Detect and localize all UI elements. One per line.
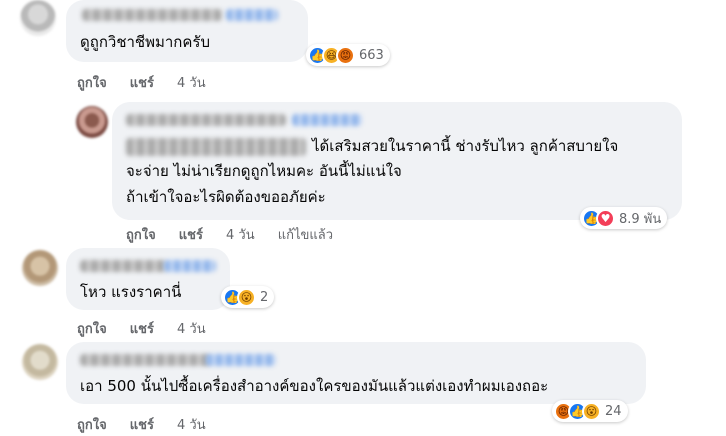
comment-text: เอา 500 นั้นไปซื้อเครื่องสำอางค์ของใครขอ… <box>80 377 549 395</box>
comment-text: โหว แรงราคานี่ <box>80 283 182 301</box>
commenter-badge-blurred <box>226 9 278 21</box>
love-icon: ♥ <box>596 208 615 228</box>
edited-label[interactable]: แก้ไขแล้ว <box>278 224 333 245</box>
comment-bubble: โหว แรงราคานี่ <box>66 248 230 310</box>
commenter-avatar[interactable] <box>22 344 58 380</box>
comment-text-line-1: ได้เสริมสวยในราคานี้ ช่างรับไหว ลูกค้าสบ… <box>312 137 619 155</box>
comment-text-line-2: จะจ่าย ไม่น่าเรียกดูถูกไหมคะ อันนี้ไม่แน… <box>126 162 402 180</box>
comment-time[interactable]: 4 วัน <box>177 318 206 339</box>
share-link[interactable]: แชร์ <box>179 224 203 245</box>
comment-text-line-3: ถ้าเข้าใจอะไรผิดต้องขออภัยค่ะ <box>126 188 326 206</box>
comment-actions: ถูกใจ แชร์ 4 วัน แก้ไขแล้ว <box>126 224 333 245</box>
reaction-summary[interactable]: 👍 ♥ 8.9 พัน <box>580 207 668 229</box>
commenter-name-blurred[interactable] <box>126 114 286 126</box>
comment-bubble: ได้เสริมสวยในราคานี้ ช่างรับไหว ลูกค้าสบ… <box>112 102 682 220</box>
reaction-count: 24 <box>605 403 622 419</box>
commenter-avatar[interactable] <box>22 250 58 286</box>
comment-actions: ถูกใจ แชร์ 4 วัน <box>77 318 206 339</box>
commenter-avatar[interactable] <box>20 0 56 36</box>
comment-actions: ถูกใจ แชร์ 4 วัน <box>77 72 206 93</box>
commenter-badge-blurred <box>292 114 362 126</box>
like-link[interactable]: ถูกใจ <box>126 224 156 245</box>
comment-text: ดูถูกวิชาชีพมากครับ <box>80 33 211 51</box>
share-link[interactable]: แชร์ <box>130 414 154 435</box>
reaction-summary[interactable]: 😡 👍 😮 24 <box>552 400 628 422</box>
comment-bubble: ดูถูกวิชาชีพมากครับ <box>66 0 308 62</box>
like-link[interactable]: ถูกใจ <box>77 72 107 93</box>
like-link[interactable]: ถูกใจ <box>77 414 107 435</box>
comment-time[interactable]: 4 วัน <box>177 72 206 93</box>
commenter-badge-blurred <box>206 354 276 366</box>
wow-icon: 😮 <box>237 287 256 307</box>
reaction-count: 2 <box>260 289 269 305</box>
like-link[interactable]: ถูกใจ <box>77 318 107 339</box>
reaction-summary[interactable]: 👍 😮 2 <box>221 286 275 308</box>
comment-actions: ถูกใจ แชร์ 4 วัน <box>77 414 206 435</box>
reaction-count: 663 <box>359 47 384 63</box>
reaction-count: 8.9 พัน <box>619 211 662 227</box>
wow-icon: 😮 <box>582 401 601 421</box>
commenter-name-blurred[interactable] <box>80 260 166 272</box>
mention-blurred[interactable] <box>126 138 306 156</box>
reaction-summary[interactable]: 👍 😆 😡 663 <box>306 44 390 66</box>
comment-bubble: เอา 500 นั้นไปซื้อเครื่องสำอางค์ของใครขอ… <box>66 342 646 404</box>
commenter-badge-blurred <box>164 260 216 272</box>
comment-time[interactable]: 4 วัน <box>177 414 206 435</box>
share-link[interactable]: แชร์ <box>130 72 154 93</box>
commenter-name-blurred[interactable] <box>82 9 222 21</box>
commenter-avatar[interactable] <box>76 106 108 138</box>
commenter-name-blurred[interactable] <box>80 354 210 366</box>
angry-icon: 😡 <box>336 45 355 65</box>
comment-time[interactable]: 4 วัน <box>226 224 255 245</box>
share-link[interactable]: แชร์ <box>130 318 154 339</box>
